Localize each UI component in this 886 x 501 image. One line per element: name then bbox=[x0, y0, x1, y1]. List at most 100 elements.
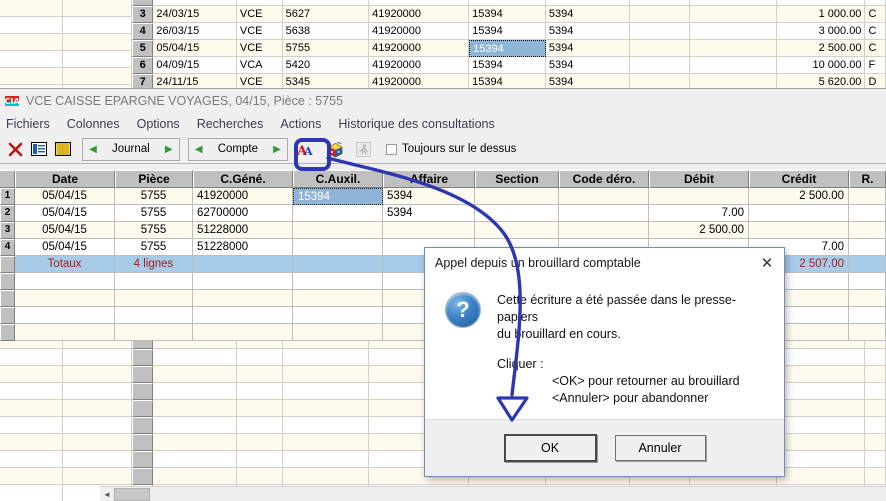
table-cell[interactable] bbox=[0, 0, 63, 17]
selected-cell[interactable]: 15394 bbox=[469, 40, 546, 57]
table-cell[interactable]: 2 500.00 bbox=[649, 222, 749, 239]
columns-icon[interactable] bbox=[52, 138, 74, 160]
table-cell[interactable] bbox=[475, 205, 559, 222]
table-cell[interactable] bbox=[849, 239, 886, 256]
table-cell[interactable] bbox=[63, 68, 132, 85]
table-cell[interactable] bbox=[236, 434, 283, 451]
table-cell[interactable] bbox=[559, 188, 649, 205]
menu-actions[interactable]: Actions bbox=[280, 117, 321, 131]
font-icon[interactable]: A A bbox=[294, 138, 316, 160]
table-cell[interactable] bbox=[282, 417, 370, 434]
table-cell[interactable] bbox=[777, 451, 866, 468]
background-sheet-left[interactable] bbox=[0, 0, 132, 102]
always-on-top-checkbox[interactable]: Toujours sur le dessus bbox=[386, 143, 516, 155]
table-cell[interactable] bbox=[115, 273, 193, 290]
table-cell[interactable] bbox=[282, 383, 370, 400]
table-cell[interactable] bbox=[689, 23, 778, 40]
table-cell[interactable] bbox=[689, 57, 778, 74]
column-header-credit[interactable]: Crédit bbox=[749, 170, 849, 188]
cancel-button[interactable]: Annuler bbox=[614, 435, 706, 461]
table-cell[interactable]: C bbox=[865, 23, 886, 40]
table-cell[interactable]: VCE bbox=[236, 23, 283, 40]
table-cell[interactable] bbox=[293, 290, 383, 307]
table-cell[interactable] bbox=[630, 23, 690, 40]
journal-next-icon[interactable]: ▶ bbox=[160, 140, 178, 159]
table-cell[interactable]: 05/04/15 bbox=[153, 40, 237, 57]
table-cell[interactable] bbox=[63, 383, 132, 400]
table-row[interactable]: 4 26/03/15 VCE 5638 41920000 15394 5394 3 000.0… bbox=[132, 23, 886, 40]
table-cell[interactable]: 3 000.00 bbox=[777, 23, 866, 40]
row-header[interactable] bbox=[132, 434, 154, 451]
row-header[interactable] bbox=[0, 290, 15, 307]
table-cell[interactable] bbox=[777, 468, 866, 485]
table-cell[interactable]: F bbox=[865, 57, 886, 74]
table-cell[interactable]: 51228000 bbox=[193, 222, 293, 239]
table-cell[interactable] bbox=[749, 222, 849, 239]
table-cell[interactable] bbox=[777, 383, 866, 400]
table-cell[interactable] bbox=[849, 188, 886, 205]
table-cell[interactable]: 2 500.00 bbox=[749, 188, 849, 205]
table-cell[interactable] bbox=[293, 273, 383, 290]
table-cell[interactable] bbox=[0, 417, 63, 434]
row-header[interactable]: 5 bbox=[132, 40, 154, 57]
scrollbar-thumb[interactable] bbox=[114, 487, 150, 501]
table-row[interactable] bbox=[0, 68, 132, 85]
table-cell[interactable] bbox=[153, 468, 237, 485]
table-cell[interactable] bbox=[475, 188, 559, 205]
table-cell[interactable] bbox=[153, 400, 237, 417]
table-cell[interactable] bbox=[383, 222, 475, 239]
table-cell[interactable] bbox=[865, 417, 886, 434]
table-cell[interactable] bbox=[63, 17, 132, 34]
menu-colonnes[interactable]: Colonnes bbox=[67, 117, 120, 131]
menu-historique-des-consultations[interactable]: Historique des consultations bbox=[338, 117, 494, 131]
table-cell[interactable]: 5627 bbox=[282, 6, 370, 23]
table-cell[interactable]: C bbox=[865, 40, 886, 57]
table-cell[interactable] bbox=[865, 349, 886, 366]
table-cell[interactable] bbox=[630, 40, 690, 57]
selected-cell[interactable]: 15394 bbox=[293, 188, 383, 205]
table-cell[interactable] bbox=[282, 366, 370, 383]
compte-label[interactable]: Compte bbox=[208, 140, 268, 159]
column-header-affaire[interactable]: Affaire bbox=[383, 170, 475, 188]
table-cell[interactable]: 5394 bbox=[545, 57, 631, 74]
table-cell[interactable] bbox=[475, 222, 559, 239]
table-cell[interactable] bbox=[0, 485, 63, 501]
table-cell[interactable] bbox=[236, 451, 283, 468]
table-cell[interactable] bbox=[0, 383, 63, 400]
table-cell[interactable] bbox=[282, 451, 370, 468]
table-cell[interactable] bbox=[15, 290, 115, 307]
table-cell[interactable] bbox=[115, 324, 193, 341]
journal-prev-icon[interactable]: ◀ bbox=[84, 140, 102, 159]
table-cell[interactable] bbox=[193, 290, 293, 307]
table-cell[interactable] bbox=[63, 366, 132, 383]
table-cell[interactable] bbox=[153, 451, 237, 468]
row-header[interactable]: 1 bbox=[0, 188, 15, 205]
close-icon[interactable] bbox=[4, 138, 26, 160]
table-cell[interactable]: 5755 bbox=[115, 222, 193, 239]
column-header-code[interactable]: Code déro. bbox=[559, 170, 649, 188]
scroll-left-icon[interactable]: ◄ bbox=[100, 490, 114, 499]
row-header[interactable]: 3 bbox=[132, 6, 154, 23]
column-header-piece[interactable]: Pièce bbox=[115, 170, 193, 188]
table-cell[interactable] bbox=[63, 349, 132, 366]
table-cell[interactable] bbox=[630, 6, 690, 23]
row-header[interactable] bbox=[0, 273, 15, 290]
table-cell[interactable] bbox=[153, 349, 237, 366]
table-cell[interactable] bbox=[193, 273, 293, 290]
row-header[interactable] bbox=[132, 366, 154, 383]
row-header[interactable]: 4 bbox=[0, 239, 15, 256]
row-header[interactable] bbox=[132, 468, 154, 485]
table-cell[interactable]: C bbox=[865, 6, 886, 23]
table-cell[interactable] bbox=[689, 6, 778, 23]
table-cell[interactable]: 26/03/15 bbox=[153, 23, 237, 40]
checkbox-box[interactable] bbox=[386, 143, 397, 155]
table-row[interactable] bbox=[0, 400, 132, 417]
row-header[interactable]: 6 bbox=[132, 57, 154, 74]
table-cell[interactable]: 5394 bbox=[383, 205, 475, 222]
journal-label[interactable]: Journal bbox=[102, 140, 160, 159]
table-cell[interactable]: 5638 bbox=[282, 23, 370, 40]
table-cell[interactable] bbox=[865, 434, 886, 451]
table-cell[interactable] bbox=[236, 366, 283, 383]
table-cell[interactable]: 1 000.00 bbox=[777, 6, 866, 23]
table-row[interactable] bbox=[0, 51, 132, 68]
